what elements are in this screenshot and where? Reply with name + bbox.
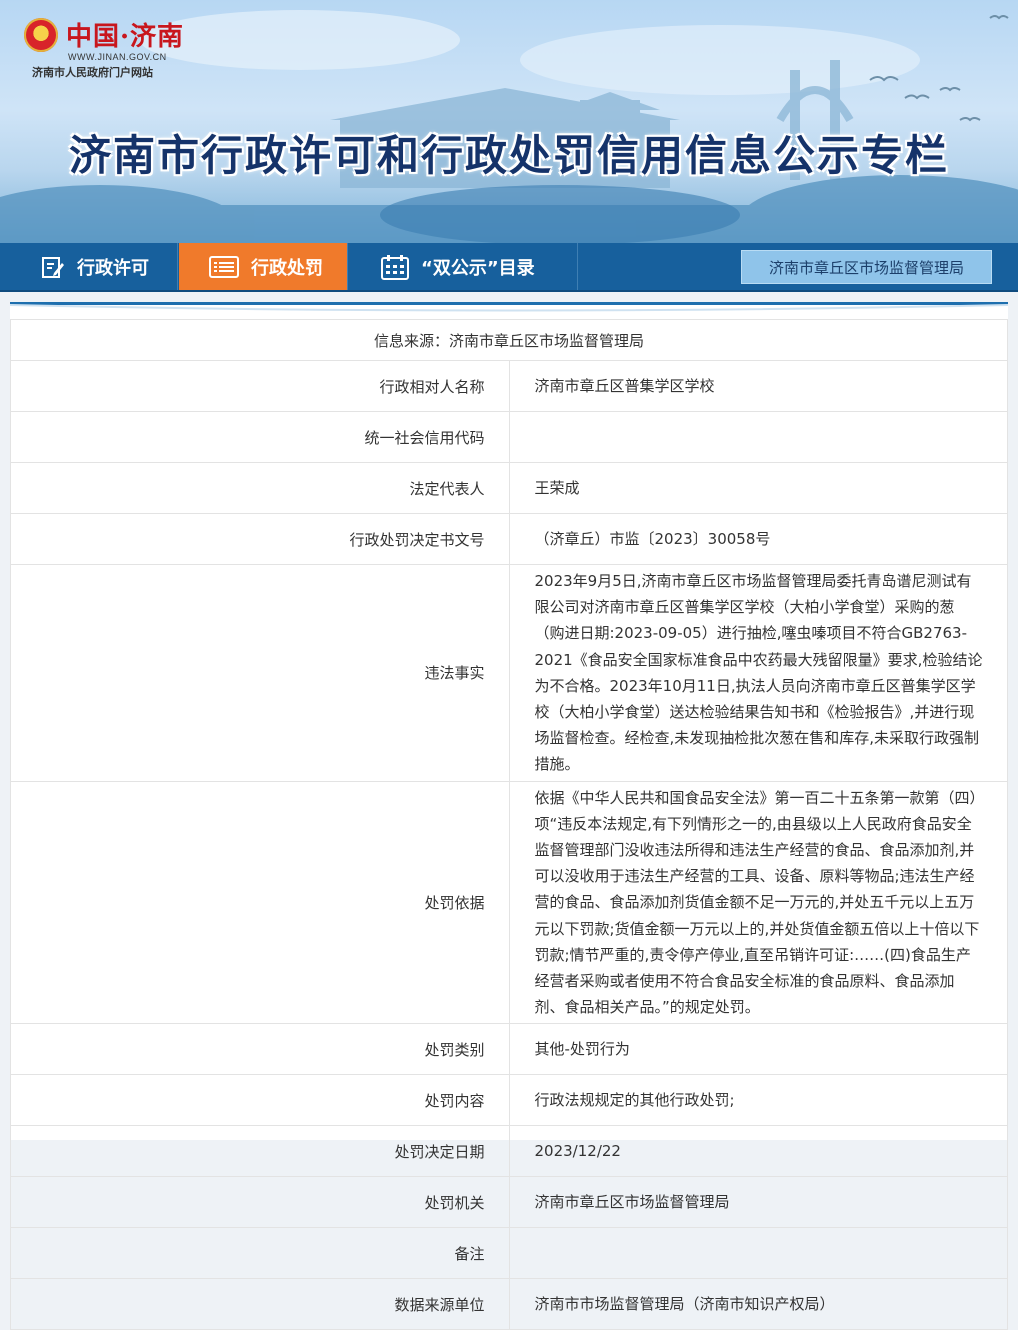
field-value (508, 411, 1008, 463)
table-row: 违法事实 2023年9月5日,济南市章丘区市场监督管理局委托青岛谱尼测试有限公司… (10, 564, 1008, 782)
table-row: 统一社会信用代码 (10, 411, 1008, 463)
table-row: 行政相对人名称 济南市章丘区普集学区学校 (10, 360, 1008, 412)
table-row: 处罚决定日期 2023/12/22 (10, 1125, 1008, 1178)
field-value: 行政法规规定的其他行政处罚; (508, 1074, 1008, 1127)
field-value (508, 1227, 1008, 1280)
org-selector-button[interactable]: 济南市章丘区市场监督管理局 (741, 250, 992, 284)
info-source: 信息来源：济南市章丘区市场监督管理局 (10, 319, 1008, 361)
field-value: 2023/12/22 (508, 1125, 1008, 1178)
logo-text: 中国·济南 (66, 22, 185, 52)
field-value: （济章丘）市监〔2023〕30058号 (508, 513, 1008, 565)
table-row: 信息来源：济南市章丘区市场监督管理局 (10, 319, 1008, 361)
field-label: 行政处罚决定书文号 (10, 513, 510, 565)
nav-item-label: 行政处罚 (251, 257, 323, 279)
logo-domain: WWW.JINAN.GOV.CN (68, 52, 167, 62)
field-value: 济南市市场监督管理局（济南市知识产权局） (508, 1278, 1008, 1330)
nav-item-label: “双公示”目录 (421, 257, 535, 279)
table-row: 行政处罚决定书文号 （济章丘）市监〔2023〕30058号 (10, 513, 1008, 565)
field-label: 违法事实 (10, 564, 510, 782)
field-label: 处罚类别 (10, 1023, 510, 1076)
calendar-icon (381, 254, 409, 280)
field-value: 济南市章丘区市场监督管理局 (508, 1176, 1008, 1229)
field-label: 行政相对人名称 (10, 360, 510, 412)
table-row: 法定代表人 王荣成 (10, 462, 1008, 514)
field-value: 2023年9月5日,济南市章丘区市场监督管理局委托青岛谱尼测试有限公司对济南市章… (508, 564, 1008, 782)
table-row: 处罚依据 依据《中华人民共和国食品安全法》第一百二十五条第一款第（四）项“违反本… (10, 780, 1008, 1025)
table-row: 处罚内容 行政法规规定的其他行政处罚; (10, 1074, 1008, 1127)
page-title: 济南市行政许可和行政处罚信用信息公示专栏 (68, 131, 949, 180)
nav-item-admin-penalty[interactable]: 行政处罚 (179, 243, 348, 290)
nav-item-dual-publicity-catalog[interactable]: “双公示”目录 (349, 243, 578, 290)
field-label: 法定代表人 (10, 462, 510, 514)
field-value: 依据《中华人民共和国食品安全法》第一百二十五条第一款第（四）项“违反本法规定,有… (508, 780, 1008, 1025)
nav-item-admin-license[interactable]: 行政许可 (0, 243, 178, 290)
field-label: 处罚机关 (10, 1176, 510, 1229)
list-icon (209, 255, 239, 278)
edit-document-icon (42, 256, 64, 278)
main-nav: 行政许可 行政处罚 “双公示”目录 济南市章丘区市场监督管理局 (0, 243, 1018, 292)
field-label: 数据来源单位 (10, 1278, 510, 1330)
table-row: 数据来源单位 济南市市场监督管理局（济南市知识产权局） (10, 1278, 1008, 1330)
site-logo[interactable]: 中国·济南 WWW.JINAN.GOV.CN 济南市人民政府门户网站 (22, 14, 242, 84)
field-value: 济南市章丘区普集学区学校 (508, 360, 1008, 412)
panel-top-wave (10, 304, 1008, 312)
field-label: 统一社会信用代码 (10, 411, 510, 463)
field-label: 备注 (10, 1227, 510, 1280)
record-panel: 信息来源：济南市章丘区市场监督管理局 行政相对人名称 济南市章丘区普集学区学校 … (10, 302, 1008, 1330)
penalty-info-table: 信息来源：济南市章丘区市场监督管理局 行政相对人名称 济南市章丘区普集学区学校 … (10, 319, 1008, 1330)
national-emblem-icon (24, 18, 58, 52)
site-banner: 中国·济南 WWW.JINAN.GOV.CN 济南市人民政府门户网站 济南市行政… (0, 0, 1018, 243)
nav-item-label: 行政许可 (77, 257, 149, 279)
field-value: 王荣成 (508, 462, 1008, 514)
table-row: 处罚类别 其他-处罚行为 (10, 1023, 1008, 1076)
field-label: 处罚决定日期 (10, 1125, 510, 1178)
field-label: 处罚内容 (10, 1074, 510, 1127)
field-value: 其他-处罚行为 (508, 1023, 1008, 1076)
field-label: 处罚依据 (10, 780, 510, 1025)
logo-subtitle: 济南市人民政府门户网站 (32, 66, 153, 79)
table-row: 备注 (10, 1227, 1008, 1280)
table-row: 处罚机关 济南市章丘区市场监督管理局 (10, 1176, 1008, 1229)
